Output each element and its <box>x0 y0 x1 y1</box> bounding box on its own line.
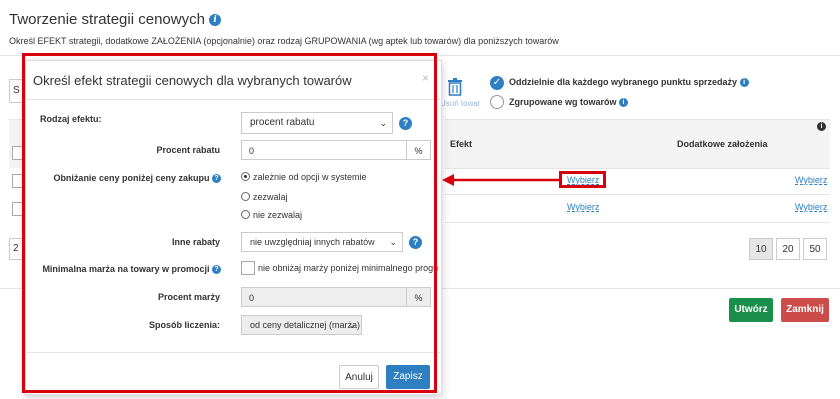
page-title-text: Tworzenie strategii cenowych <box>9 11 205 28</box>
choose-effect-link[interactable]: Wybierz <box>567 175 599 185</box>
search-input-stub[interactable]: S <box>9 79 23 103</box>
page-size-10[interactable]: 10 <box>749 238 773 260</box>
help-icon[interactable]: i <box>739 78 749 88</box>
grouping-radio[interactable] <box>490 95 504 109</box>
close-button[interactable]: Zamknij <box>781 298 829 322</box>
row-divider <box>445 194 830 195</box>
column-header-effect: Efekt <box>450 139 473 149</box>
choose-assumptions-link[interactable]: Wybierz <box>795 175 827 185</box>
page-subtitle: Określ EFEKT strategii, dodatkowe ZAŁOŻE… <box>9 36 559 46</box>
grouping-option-label: Oddzielnie dla każdego wybranego punktu … <box>509 77 749 88</box>
highlight-frame <box>22 53 437 393</box>
page-size-20[interactable]: 20 <box>776 238 800 260</box>
remove-item-label[interactable]: Usuń towar <box>440 99 480 108</box>
help-icon[interactable]: i <box>619 98 629 108</box>
info-icon[interactable]: i <box>817 122 826 131</box>
info-icon[interactable]: i <box>209 14 222 27</box>
choose-effect-link[interactable]: Wybierz <box>567 202 599 212</box>
check-icon[interactable]: ✓ <box>490 76 504 90</box>
trash-icon[interactable] <box>447 78 463 96</box>
divider <box>440 288 840 289</box>
table-header <box>445 119 830 169</box>
pagination-stub[interactable]: 2 <box>9 238 23 260</box>
page-size-50[interactable]: 50 <box>803 238 827 260</box>
create-button[interactable]: Utwórz <box>729 298 773 322</box>
page-title: Tworzenie strategii cenowych i <box>9 11 222 28</box>
column-header-assumptions: Dodatkowe założenia <box>677 139 768 149</box>
row-divider <box>445 222 830 223</box>
choose-assumptions-link[interactable]: Wybierz <box>795 202 827 212</box>
arrow-icon <box>442 174 560 186</box>
grouping-option-label: Zgrupowane wg towarów i <box>509 97 629 108</box>
